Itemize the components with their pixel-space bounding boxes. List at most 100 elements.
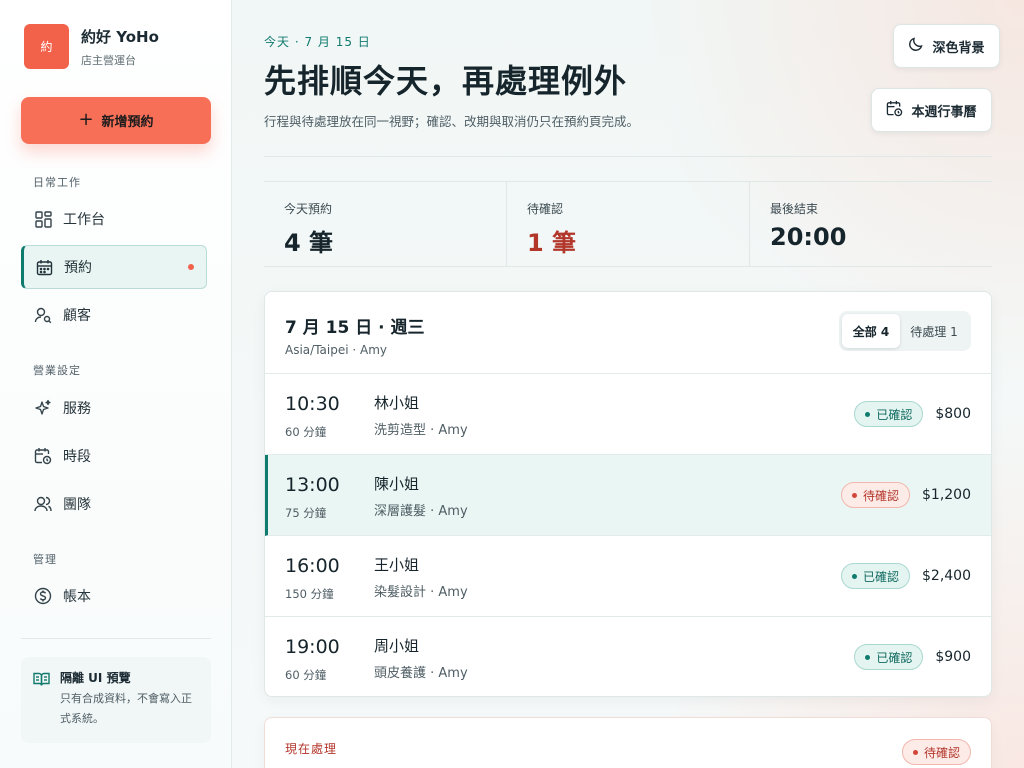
new-appointment-button[interactable]: + 新增預約 [21, 97, 211, 144]
calendar-clock-icon [886, 100, 903, 121]
appointment-time: 10:30 [285, 393, 340, 415]
week-calendar-button[interactable]: 本週行事曆 [871, 88, 992, 132]
status-dot [851, 573, 857, 579]
moon-icon [908, 36, 924, 56]
status-dot [912, 749, 918, 755]
stat-pending: 待確認 1 筆 [507, 182, 750, 266]
status-label: 待確認 [862, 488, 899, 503]
sidebar-item-label: 服務 [63, 401, 91, 417]
filter-segmented-control: 全部 4 待處理 1 [839, 311, 971, 351]
appointment-time: 13:00 [285, 474, 340, 496]
schedule-subtitle: Asia/Taipei · Amy [285, 343, 387, 357]
brand-subtitle: 店主營運台 [81, 53, 136, 67]
sidebar-item-appointments[interactable]: 預約 [21, 245, 207, 289]
appointment-duration: 75 分鐘 [285, 506, 327, 520]
appointment-time: 19:00 [285, 636, 340, 658]
service-info: 染髮設計 · Amy [374, 585, 468, 600]
stat-label: 最後結束 [770, 202, 819, 216]
schedule-date: 7 月 15 日 · 週三 [285, 318, 425, 338]
appointment-meta: 待確認 $1,200 [840, 482, 971, 508]
date-kicker: 今天 · 7 月 15 日 [264, 35, 371, 49]
status-dot [865, 411, 871, 417]
sidebar-item-customers[interactable]: 顧客 [21, 293, 207, 337]
stat-label: 今天預約 [284, 202, 333, 216]
appointment-row[interactable]: 10:30 60 分鐘 林小姐 洗剪造型 · Amy 已確認 $800 [265, 374, 991, 455]
grid-icon [33, 209, 53, 229]
filter-pending-tab[interactable]: 待處理 1 [900, 314, 968, 348]
stat-label: 待確認 [527, 202, 564, 216]
preview-note-card: 隔離 UI 預覽 只有合成資料，不會寫入正式系統。 [21, 657, 211, 743]
appointment-price: $800 [935, 406, 971, 422]
sidebar-item-dashboard[interactable]: 工作台 [21, 197, 207, 241]
sidebar-divider [21, 638, 211, 639]
appointment-duration: 60 分鐘 [285, 668, 327, 682]
status-badge: 待確認 [840, 482, 910, 508]
sidebar-item-team[interactable]: 團隊 [21, 482, 207, 526]
customer-name: 林小姐 [374, 394, 420, 412]
plus-icon: + [78, 108, 94, 130]
appointment-price: $2,400 [922, 568, 971, 584]
appointment-duration: 150 分鐘 [285, 587, 334, 601]
status-badge: 已確認 [840, 563, 910, 589]
sidebar-item-label: 帳本 [63, 589, 91, 605]
page-title: 先排順今天，再處理例外 [264, 62, 628, 100]
appointment-price: $1,200 [922, 487, 971, 503]
note-title: 隔離 UI 預覽 [60, 671, 131, 685]
brand[interactable]: 約 約好 YoHo 店主營運台 [24, 24, 159, 69]
stat-value: 4 筆 [284, 229, 334, 257]
dark-mode-label: 深色背景 [932, 40, 985, 56]
header-divider [264, 156, 992, 157]
status-dot [865, 654, 871, 660]
service-info: 深層護髮 · Amy [374, 504, 468, 519]
customer-name: 陳小姐 [374, 475, 420, 493]
calendar-clock-icon [33, 446, 53, 466]
appointment-duration: 60 分鐘 [285, 425, 327, 439]
current-handling-label: 現在處理 [285, 742, 338, 756]
brand-text: 約好 YoHo 店主營運台 [81, 26, 159, 68]
current-handling-card: 現在處理 待確認 [264, 717, 992, 768]
new-appointment-label: 新增預約 [101, 115, 154, 130]
filter-all-tab[interactable]: 全部 4 [842, 314, 900, 348]
appointment-row[interactable]: 19:00 60 分鐘 周小姐 頭皮養護 · Amy 已確認 $900 [265, 617, 991, 696]
sidebar-item-label: 團隊 [63, 497, 91, 513]
note-body: 只有合成資料，不會寫入正式系統。 [60, 692, 192, 725]
main-content: 今天 · 7 月 15 日 先排順今天，再處理例外 行程與待處理放在同一視野；確… [232, 0, 1024, 768]
appointment-price: $900 [935, 649, 971, 665]
sparkles-icon [33, 398, 53, 418]
section-label-business: 營業設定 [33, 364, 81, 377]
schedule-header: 7 月 15 日 · 週三 Asia/Taipei · Amy 全部 4 待處理… [265, 292, 991, 374]
page-description: 行程與待處理放在同一視野；確認、改期與取消仍只在預約頁完成。 [264, 114, 640, 129]
customer-name: 王小姐 [374, 556, 420, 574]
sidebar-item-label: 時段 [63, 449, 91, 465]
stat-today-appointments: 今天預約 4 筆 [264, 182, 507, 266]
status-label: 已確認 [876, 407, 913, 422]
appointment-row[interactable]: 16:00 150 分鐘 王小姐 染髮設計 · Amy 已確認 $2,400 [265, 536, 991, 617]
sidebar-item-services[interactable]: 服務 [21, 386, 207, 430]
notification-dot [188, 264, 194, 270]
appointment-meta: 已確認 $2,400 [840, 563, 971, 589]
service-info: 頭皮養護 · Amy [374, 666, 468, 681]
user-search-icon [33, 305, 53, 325]
sidebar-item-label: 預約 [64, 260, 92, 276]
note-text: 隔離 UI 預覽 只有合成資料，不會寫入正式系統。 [60, 669, 201, 733]
brand-name: 約好 YoHo [81, 27, 159, 46]
users-icon [33, 494, 53, 514]
sidebar-item-time-slots[interactable]: 時段 [21, 434, 207, 478]
appointment-meta: 已確認 $800 [854, 401, 971, 427]
brand-logo: 約 [24, 24, 69, 69]
sidebar-item-ledger[interactable]: 帳本 [21, 574, 207, 618]
dark-mode-button[interactable]: 深色背景 [893, 24, 1000, 68]
service-info: 洗剪造型 · Amy [374, 423, 468, 438]
status-badge: 待確認 [901, 739, 971, 765]
stat-value: 1 筆 [527, 229, 577, 257]
status-label: 待確認 [923, 745, 960, 760]
status-dot [851, 492, 857, 498]
appointment-row-selected[interactable]: 13:00 75 分鐘 陳小姐 深層護髮 · Amy 待確認 $1,200 [265, 455, 991, 536]
status-label: 已確認 [876, 650, 913, 665]
dollar-circle-icon [33, 586, 53, 606]
stats-row: 今天預約 4 筆 待確認 1 筆 最後結束 20:00 [264, 181, 992, 267]
calendar-icon [34, 257, 54, 277]
appointment-meta: 已確認 $900 [854, 644, 971, 670]
book-icon [33, 671, 50, 733]
stat-last-end: 最後結束 20:00 [750, 182, 992, 266]
